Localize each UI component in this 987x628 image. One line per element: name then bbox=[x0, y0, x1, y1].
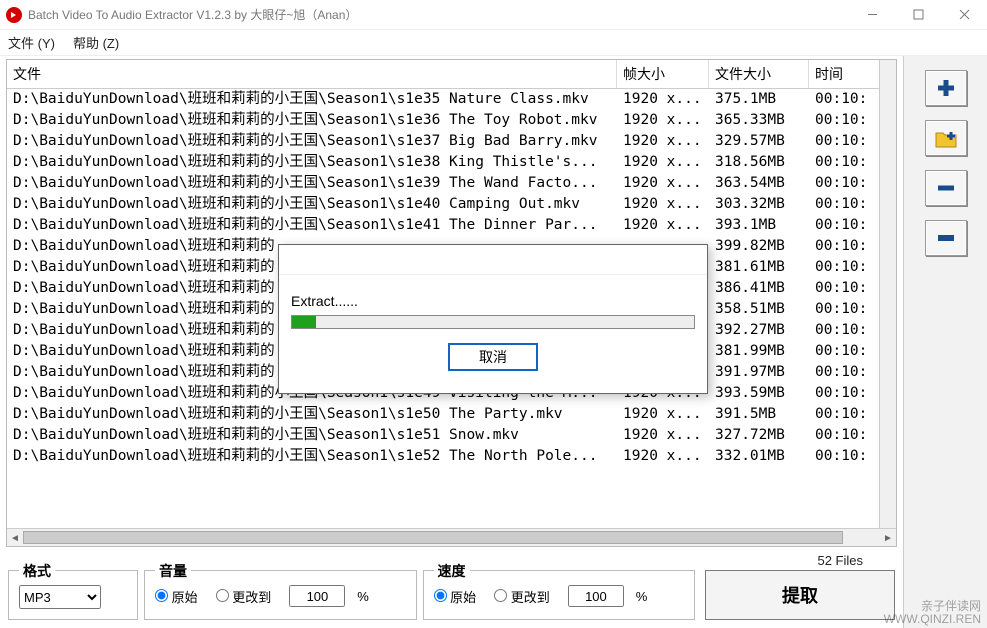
cell-file: D:\BaiduYunDownload\班班和莉莉的小王国\Season1\s1… bbox=[7, 215, 617, 236]
table-row[interactable]: D:\BaiduYunDownload\班班和莉莉的小王国\Season1\s1… bbox=[7, 89, 896, 110]
remove-button[interactable] bbox=[925, 170, 967, 206]
table-row[interactable]: D:\BaiduYunDownload\班班和莉莉的小王国\Season1\s1… bbox=[7, 425, 896, 446]
speed-suffix: % bbox=[636, 589, 648, 604]
cell-size: 332.01MB bbox=[709, 446, 809, 467]
cell-size: 329.57MB bbox=[709, 131, 809, 152]
table-row[interactable]: D:\BaiduYunDownload\班班和莉莉的小王国\Season1\s1… bbox=[7, 446, 896, 467]
cell-size: 386.41MB bbox=[709, 278, 809, 299]
table-row[interactable]: D:\BaiduYunDownload\班班和莉莉的小王国\Season1\s1… bbox=[7, 152, 896, 173]
cell-frame: 1920 x... bbox=[617, 173, 709, 194]
table-row[interactable]: D:\BaiduYunDownload\班班和莉莉的小王国\Season1\s1… bbox=[7, 173, 896, 194]
cell-file: D:\BaiduYunDownload\班班和莉莉的小王国\Season1\s1… bbox=[7, 131, 617, 152]
cell-size: 358.51MB bbox=[709, 299, 809, 320]
cell-frame: 1920 x... bbox=[617, 110, 709, 131]
menu-bar: 文件 (Y) 帮助 (Z) bbox=[0, 30, 987, 56]
menu-file[interactable]: 文件 (Y) bbox=[8, 33, 55, 52]
cell-size: 303.32MB bbox=[709, 194, 809, 215]
cell-size: 391.97MB bbox=[709, 362, 809, 383]
menu-help[interactable]: 帮助 (Z) bbox=[73, 33, 119, 52]
cell-size: 392.27MB bbox=[709, 320, 809, 341]
extract-dialog: Extract...... 取消 bbox=[278, 244, 708, 394]
speed-legend: 速度 bbox=[434, 561, 470, 581]
cell-file: D:\BaiduYunDownload\班班和莉莉的小王国\Season1\s1… bbox=[7, 110, 617, 131]
scroll-right-icon[interactable]: ► bbox=[880, 529, 896, 547]
side-toolbar bbox=[903, 56, 987, 628]
cell-file: D:\BaiduYunDownload\班班和莉莉的小王国\Season1\s1… bbox=[7, 446, 617, 467]
speed-change[interactable]: 更改到 bbox=[494, 587, 550, 606]
cell-frame: 1920 x... bbox=[617, 404, 709, 425]
cell-size: 327.72MB bbox=[709, 425, 809, 446]
volume-legend: 音量 bbox=[155, 561, 191, 581]
cell-frame: 1920 x... bbox=[617, 89, 709, 110]
progress-fill bbox=[292, 316, 316, 328]
dialog-label: Extract...... bbox=[279, 275, 707, 315]
table-row[interactable]: D:\BaiduYunDownload\班班和莉莉的小王国\Season1\s1… bbox=[7, 110, 896, 131]
col-frame[interactable]: 帧大小 bbox=[617, 60, 709, 88]
speed-change-radio[interactable] bbox=[494, 589, 507, 602]
table-row[interactable]: D:\BaiduYunDownload\班班和莉莉的小王国\Season1\s1… bbox=[7, 215, 896, 236]
table-row[interactable]: D:\BaiduYunDownload\班班和莉莉的小王国\Season1\s1… bbox=[7, 194, 896, 215]
cell-frame: 1920 x... bbox=[617, 425, 709, 446]
cell-size: 365.33MB bbox=[709, 110, 809, 131]
speed-group: 速度 原始 更改到 % bbox=[423, 570, 696, 620]
add-file-button[interactable] bbox=[925, 70, 967, 106]
table-row[interactable]: D:\BaiduYunDownload\班班和莉莉的小王国\Season1\s1… bbox=[7, 404, 896, 425]
cell-frame: 1920 x... bbox=[617, 152, 709, 173]
progress-bar bbox=[291, 315, 695, 329]
cell-file: D:\BaiduYunDownload\班班和莉莉的小王国\Season1\s1… bbox=[7, 425, 617, 446]
window-title: Batch Video To Audio Extractor V1.2.3 by… bbox=[28, 6, 357, 23]
cell-file: D:\BaiduYunDownload\班班和莉莉的小王国\Season1\s1… bbox=[7, 152, 617, 173]
clear-button[interactable] bbox=[925, 220, 967, 256]
speed-original-radio[interactable] bbox=[434, 589, 447, 602]
minimize-button[interactable] bbox=[849, 0, 895, 30]
cell-file: D:\BaiduYunDownload\班班和莉莉的小王国\Season1\s1… bbox=[7, 173, 617, 194]
close-button[interactable] bbox=[941, 0, 987, 30]
volume-suffix: % bbox=[357, 589, 369, 604]
extract-button[interactable]: 提取 bbox=[705, 570, 895, 620]
horizontal-scrollbar[interactable]: ◄ ► bbox=[7, 528, 896, 546]
cell-file: D:\BaiduYunDownload\班班和莉莉的小王国\Season1\s1… bbox=[7, 194, 617, 215]
cell-size: 393.1MB bbox=[709, 215, 809, 236]
cell-size: 318.56MB bbox=[709, 152, 809, 173]
cell-size: 399.82MB bbox=[709, 236, 809, 257]
maximize-button[interactable] bbox=[895, 0, 941, 30]
app-icon bbox=[6, 7, 22, 23]
cancel-button[interactable]: 取消 bbox=[448, 343, 538, 371]
col-file[interactable]: 文件 bbox=[7, 60, 617, 88]
cell-size: 363.54MB bbox=[709, 173, 809, 194]
format-select[interactable]: MP3 bbox=[19, 585, 101, 609]
cell-frame: 1920 x... bbox=[617, 446, 709, 467]
volume-group: 音量 原始 更改到 % bbox=[144, 570, 417, 620]
format-legend: 格式 bbox=[19, 561, 55, 581]
cell-size: 381.61MB bbox=[709, 257, 809, 278]
cell-file: D:\BaiduYunDownload\班班和莉莉的小王国\Season1\s1… bbox=[7, 89, 617, 110]
title-bar: Batch Video To Audio Extractor V1.2.3 by… bbox=[0, 0, 987, 30]
col-size[interactable]: 文件大小 bbox=[709, 60, 809, 88]
list-header: 文件 帧大小 文件大小 时间 bbox=[7, 60, 896, 89]
cell-size: 381.99MB bbox=[709, 341, 809, 362]
volume-original[interactable]: 原始 bbox=[155, 587, 198, 606]
cell-file: D:\BaiduYunDownload\班班和莉莉的小王国\Season1\s1… bbox=[7, 404, 617, 425]
volume-original-radio[interactable] bbox=[155, 589, 168, 602]
volume-change-radio[interactable] bbox=[216, 589, 229, 602]
scroll-thumb[interactable] bbox=[23, 531, 843, 544]
dialog-titlebar bbox=[279, 245, 707, 275]
cell-frame: 1920 x... bbox=[617, 215, 709, 236]
volume-change[interactable]: 更改到 bbox=[216, 587, 272, 606]
vertical-scrollbar[interactable] bbox=[879, 60, 896, 528]
scroll-left-icon[interactable]: ◄ bbox=[7, 529, 23, 547]
cell-size: 391.5MB bbox=[709, 404, 809, 425]
speed-original[interactable]: 原始 bbox=[434, 587, 477, 606]
volume-value[interactable] bbox=[289, 585, 345, 607]
cell-size: 375.1MB bbox=[709, 89, 809, 110]
table-row[interactable]: D:\BaiduYunDownload\班班和莉莉的小王国\Season1\s1… bbox=[7, 131, 896, 152]
cell-frame: 1920 x... bbox=[617, 194, 709, 215]
format-group: 格式 MP3 bbox=[8, 570, 138, 620]
cell-size: 393.59MB bbox=[709, 383, 809, 404]
add-folder-button[interactable] bbox=[925, 120, 967, 156]
cell-frame: 1920 x... bbox=[617, 131, 709, 152]
speed-value[interactable] bbox=[568, 585, 624, 607]
